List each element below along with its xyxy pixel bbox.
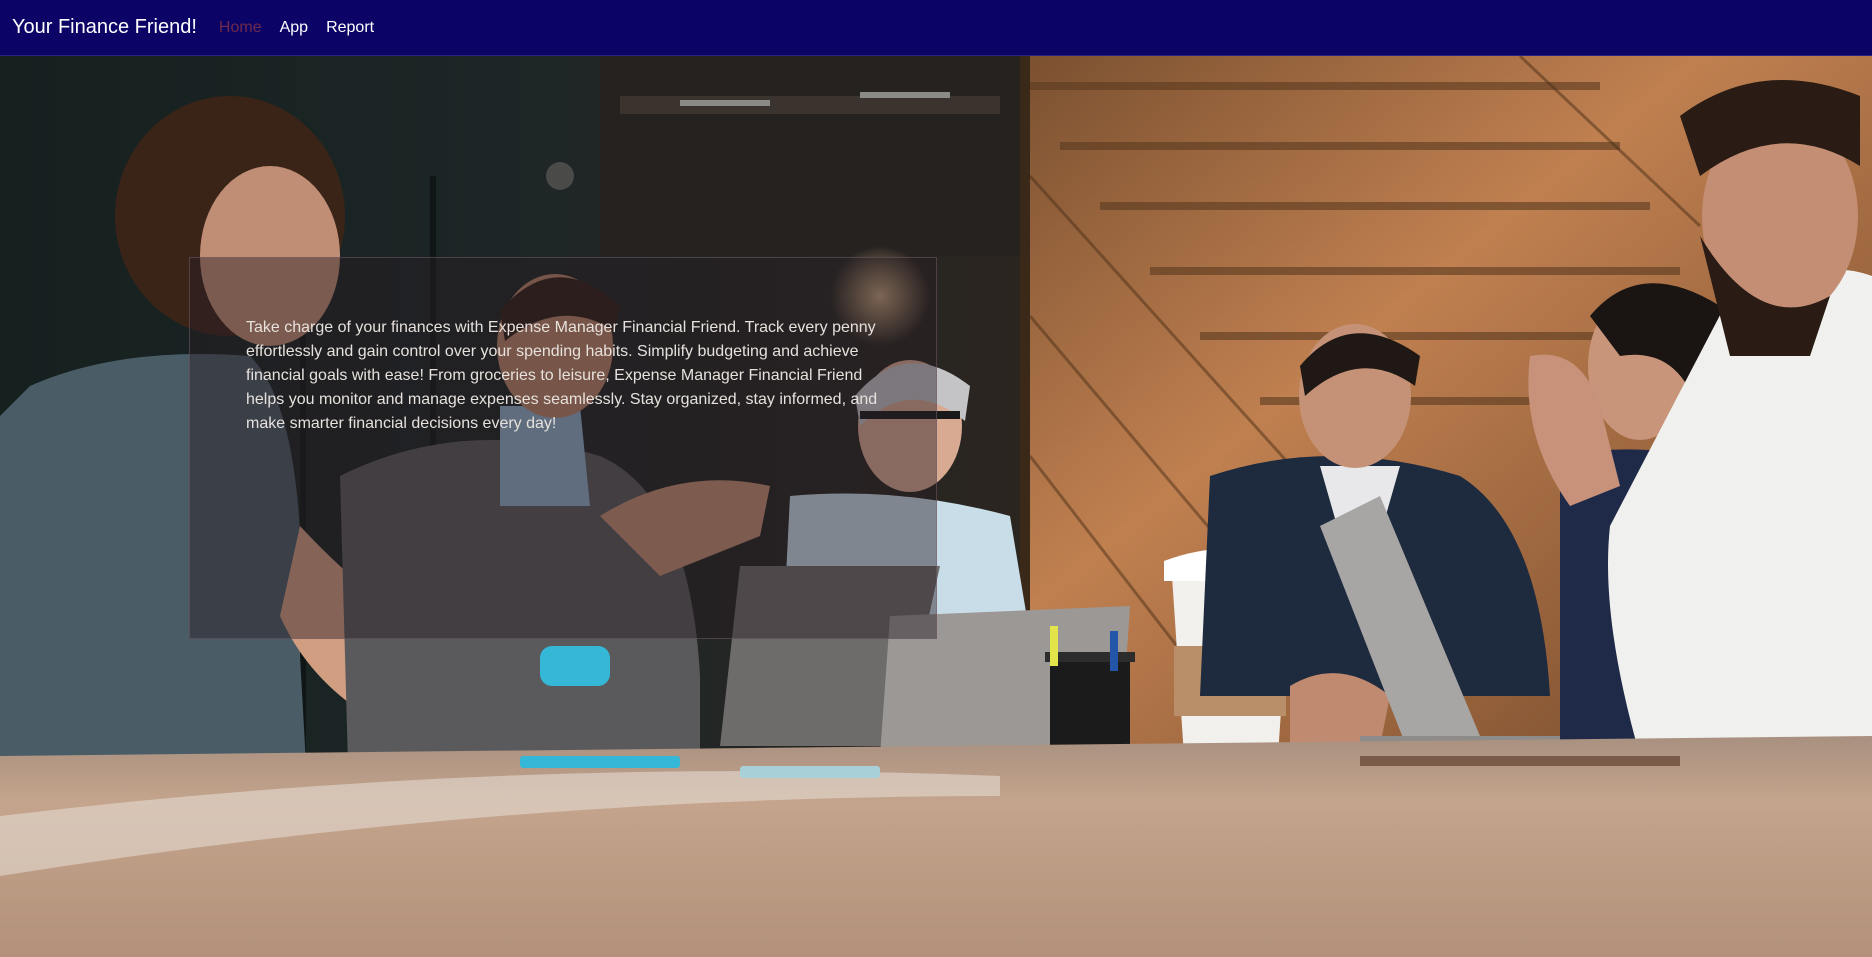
nav-link-home[interactable]: Home [219,19,262,37]
nav-link-app[interactable]: App [280,19,308,37]
info-card: Take charge of your finances with Expens… [189,257,937,639]
brand-logo-text[interactable]: Your Finance Friend! [12,16,197,39]
nav-links: Home App Report [219,19,392,37]
hero-section: Take charge of your finances with Expens… [0,56,1872,957]
top-navbar: Your Finance Friend! Home App Report [0,0,1872,56]
nav-link-report[interactable]: Report [326,19,374,37]
hero-description: Take charge of your finances with Expens… [246,319,878,432]
